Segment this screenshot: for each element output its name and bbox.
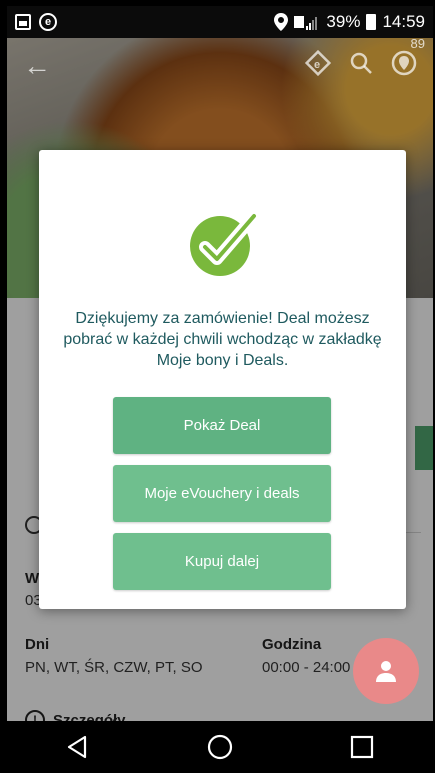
location-pin-icon[interactable] [391,50,417,82]
signal-icon [294,14,320,30]
search-icon[interactable] [349,51,373,81]
order-confirmation-dialog: Dziękujemy za zamówienie! Deal możesz po… [39,150,406,609]
location-icon [274,13,289,31]
evoucher-icon[interactable]: e [304,49,332,82]
show-deal-button[interactable]: Pokaż Deal [113,397,331,454]
success-check-icon [182,202,262,287]
badge-count: 89 [410,36,425,51]
gallery-notification-icon [15,14,31,30]
back-arrow-icon[interactable]: ← [23,50,51,82]
confirmation-message: Dziękujemy za zamówienie! Deal możesz po… [63,310,382,369]
user-icon [376,661,396,682]
svg-text:e: e [314,59,320,71]
clock-time: 14:59 [382,12,425,31]
top-toolbar: ← e 89 [7,36,433,94]
profile-fab[interactable] [353,638,419,704]
my-evouchers-button[interactable]: Moje eVouchery i deals [113,465,331,522]
nav-back-icon[interactable] [58,727,98,767]
status-bar: e 39% 14:59 [7,6,433,38]
continue-shopping-button[interactable]: Kupuj dalej [113,533,331,590]
app-notification-icon: e [39,13,57,31]
app-screen: e 39% 14:59 ← e 89 W 03 Dni PN, WT, ŚR, … [7,6,433,773]
battery-percent: 39% [326,12,361,31]
nav-home-icon[interactable] [200,727,240,767]
battery-icon [366,14,377,30]
system-nav-bar [7,721,433,773]
nav-recents-icon[interactable] [342,727,382,767]
